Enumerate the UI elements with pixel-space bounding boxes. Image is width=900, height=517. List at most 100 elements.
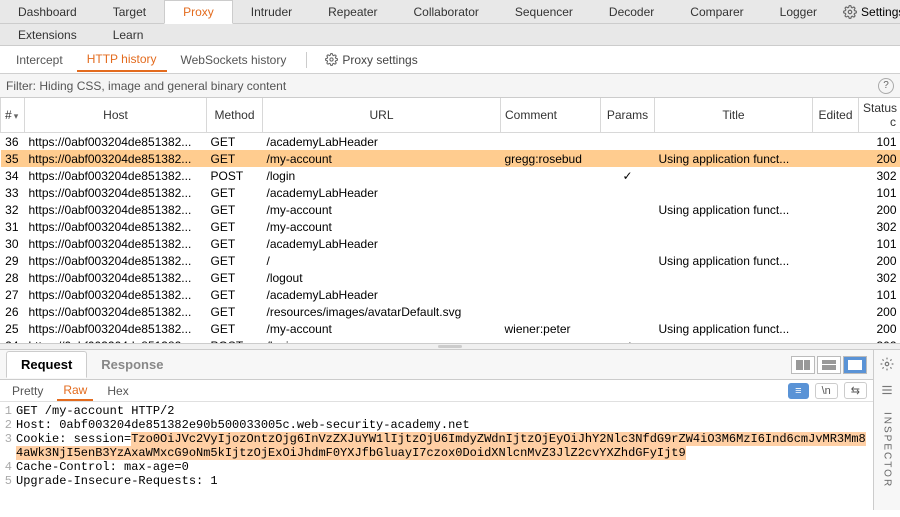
cell: https://0abf003204de851382... [25,150,207,167]
cell [501,303,601,320]
cell [813,201,859,218]
col-url[interactable]: URL [263,98,501,133]
col-edited[interactable]: Edited [813,98,859,133]
layout-rows-button[interactable] [817,356,841,374]
layout-single-button[interactable] [843,356,867,374]
col-method[interactable]: Method [207,98,263,133]
tab-request[interactable]: Request [6,351,87,378]
cell: https://0abf003204de851382... [25,184,207,201]
cell [501,201,601,218]
cell [501,269,601,286]
subtab-http-history[interactable]: HTTP history [77,48,167,72]
tab-extensions[interactable]: Extensions [0,24,95,46]
cell [601,235,655,252]
table-row[interactable]: 33https://0abf003204de851382...GET/acade… [1,184,900,201]
cell [601,218,655,235]
help-icon[interactable]: ? [878,78,894,94]
tab-response[interactable]: Response [87,352,177,377]
cell: https://0abf003204de851382... [25,218,207,235]
cell: wiener:peter [501,320,601,337]
cell: /my-account [263,320,501,337]
wrap-chip[interactable]: ⇆ [844,382,867,399]
tab-comparer[interactable]: Comparer [672,1,761,23]
line-number: 5 [0,474,16,488]
cell: 27 [1,286,25,303]
col-host[interactable]: Host [25,98,207,133]
cell [601,184,655,201]
cell [501,337,601,344]
col-comment[interactable]: Comment [501,98,601,133]
col-params[interactable]: Params [601,98,655,133]
tab-learn[interactable]: Learn [95,24,162,46]
tab-logger[interactable]: Logger [762,1,835,23]
cell: 200 [859,303,900,320]
cell: Using application funct... [655,201,813,218]
inspector-label: INSPECTOR [882,412,893,488]
table-row[interactable]: 28https://0abf003204de851382...GET/logou… [1,269,900,286]
cell: GET [207,218,263,235]
table-row[interactable]: 31https://0abf003204de851382...GET/my-ac… [1,218,900,235]
subtab-websockets-history[interactable]: WebSockets history [171,49,297,71]
tab-collaborator[interactable]: Collaborator [396,1,497,23]
table-row[interactable]: 26https://0abf003204de851382...GET/resou… [1,303,900,320]
code-line: 1GET /my-account HTTP/2 [0,404,873,418]
cell: 101 [859,286,900,303]
col-title[interactable]: Title [655,98,813,133]
cell: https://0abf003204de851382... [25,201,207,218]
cell: GET [207,320,263,337]
http-history-table[interactable]: #▾ Host Method URL Comment Params Title … [0,98,900,344]
subtab-pretty[interactable]: Pretty [6,382,49,400]
settings-link[interactable]: Settings [835,2,900,22]
newline-chip[interactable]: \n [815,383,838,399]
actions-chip[interactable]: ≡ [788,383,808,399]
table-row[interactable]: 29https://0abf003204de851382...GET/Using… [1,252,900,269]
gear-icon [325,53,338,66]
table-row[interactable]: 25https://0abf003204de851382...GET/my-ac… [1,320,900,337]
cell [501,184,601,201]
cell: /my-account [263,150,501,167]
col-number[interactable]: #▾ [1,98,25,133]
table-row[interactable]: 35https://0abf003204de851382...GET/my-ac… [1,150,900,167]
tab-repeater[interactable]: Repeater [310,1,395,23]
cell [813,167,859,184]
rr-tab-bar: Request Response [0,350,873,380]
cell: 24 [1,337,25,344]
tab-proxy[interactable]: Proxy [164,0,233,24]
table-row[interactable]: 24https://0abf003204de851382...POST/logi… [1,337,900,344]
subtab-raw[interactable]: Raw [57,381,93,401]
tab-decoder[interactable]: Decoder [591,1,672,23]
cell [813,133,859,151]
gear-icon[interactable] [879,356,895,372]
cell [501,286,601,303]
cell: ✓ [601,167,655,184]
col-status[interactable]: Status c [859,98,900,133]
tab-intruder[interactable]: Intruder [233,1,310,23]
cell [813,252,859,269]
cell: 302 [859,167,900,184]
cell: 200 [859,150,900,167]
tab-target[interactable]: Target [95,1,164,23]
table-row[interactable]: 34https://0abf003204de851382...POST/logi… [1,167,900,184]
subtab-intercept[interactable]: Intercept [6,49,73,71]
table-row[interactable]: 36https://0abf003204de851382...GET/acade… [1,133,900,151]
table-row[interactable]: 27https://0abf003204de851382...GET/acade… [1,286,900,303]
list-icon[interactable] [879,382,895,398]
request-raw-editor[interactable]: 1GET /my-account HTTP/22Host: 0abf003204… [0,402,873,510]
table-row[interactable]: 32https://0abf003204de851382...GET/my-ac… [1,201,900,218]
tab-dashboard[interactable]: Dashboard [0,1,95,23]
table-row[interactable]: 30https://0abf003204de851382...GET/acade… [1,235,900,252]
cell: 34 [1,167,25,184]
line-content: Upgrade-Insecure-Requests: 1 [16,474,873,488]
subtab-hex[interactable]: Hex [101,382,134,400]
cell: 302 [859,337,900,344]
gear-icon [843,5,857,19]
cell [601,320,655,337]
cell: /login [263,337,501,344]
layout-columns-button[interactable] [791,356,815,374]
proxy-settings-link[interactable]: Proxy settings [317,49,425,71]
cell: 200 [859,320,900,337]
cell [813,150,859,167]
filter-bar[interactable]: Filter: Hiding CSS, image and general bi… [0,74,900,98]
highlighted-token: Tzo0OiJVc2VyIjozOntzOjg6InVzZXJuYW1lIjtz… [16,432,866,460]
tab-sequencer[interactable]: Sequencer [497,1,591,23]
